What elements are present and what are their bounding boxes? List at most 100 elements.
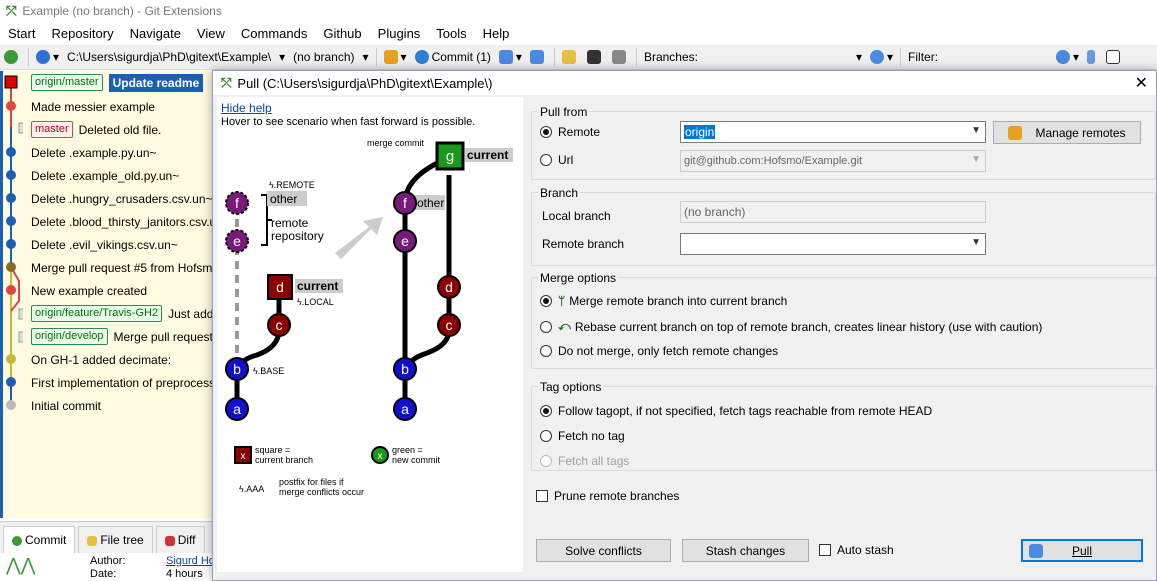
repository-menu-button[interactable]: ▾ — [32, 50, 63, 64]
local-branch-value: (no branch) — [684, 205, 746, 219]
remote-branch-select[interactable]: ▼ — [680, 233, 986, 255]
date-label: Date: — [90, 568, 117, 580]
follow-tagopt-radio[interactable]: Follow tagopt, if not specified, fetch t… — [540, 404, 932, 418]
author-link[interactable]: Sigurd Ho — [166, 555, 215, 567]
menu-commands[interactable]: Commands — [233, 26, 315, 41]
fetch-radio-label: Do not merge, only fetch remote changes — [558, 344, 779, 358]
push-toolbar-button[interactable] — [526, 50, 551, 64]
console-icon — [586, 50, 601, 64]
branches-dropdown-icon: ▾ — [855, 50, 863, 64]
url-radio-button[interactable] — [540, 154, 552, 166]
revision-row[interactable]: Delete .hungry_crusaders.csv.un~ — [25, 187, 213, 210]
revision-row[interactable]: Merge pull request #5 from Hofsmo/f — [25, 256, 226, 279]
url-select[interactable]: git@github.com:Hofsmo/Example.git ▼ — [680, 150, 986, 172]
fetch-no-tag-radio-button[interactable] — [540, 430, 552, 442]
revision-row[interactable]: master Deleted old file. — [25, 118, 161, 141]
layout-button[interactable] — [1102, 50, 1127, 64]
fetch-no-tag-radio[interactable]: Fetch no tag — [540, 429, 625, 443]
prune-checkbox[interactable]: Prune remote branches — [536, 489, 679, 503]
revision-row[interactable]: First implementation of preprocess_da — [25, 371, 235, 394]
pull-icon — [498, 50, 513, 64]
filter-options-button[interactable]: ▾ — [1052, 50, 1083, 64]
other-label-right: other — [417, 196, 444, 210]
merge-commit-label: merge commit — [367, 138, 425, 148]
date-value: 4 hours ago — [166, 568, 203, 581]
branch-group: Branch Local branch (no branch) Remote b… — [531, 186, 1156, 266]
menu-view[interactable]: View — [189, 26, 233, 41]
tab-diff[interactable]: Diff — [155, 526, 205, 553]
close-icon[interactable]: ✕ — [1135, 73, 1148, 93]
node-c: c — [276, 317, 283, 333]
url-radio[interactable]: Url — [540, 153, 573, 167]
settings-toolbar-button[interactable] — [608, 50, 633, 64]
stash-button[interactable]: ▾ — [380, 50, 411, 64]
legend-square-2: current branch — [255, 455, 313, 465]
branch-badge: origin/feature/Travis-GH2 — [31, 305, 163, 322]
revision-row[interactable]: On GH-1 added decimate: — [25, 348, 171, 371]
revision-row[interactable]: Made messier example — [25, 95, 155, 118]
revision-row[interactable]: origin/master Update readme — [25, 71, 204, 94]
commit-button-label: Commit (1) — [431, 50, 491, 64]
rebase-radio[interactable]: ⤺ Rebase current branch on top of remote … — [540, 319, 1042, 334]
revision-row[interactable]: New example created — [25, 279, 147, 302]
solve-conflicts-button[interactable]: Solve conflicts — [536, 539, 671, 562]
revision-row[interactable]: Delete .evil_vikings.csv.un~ — [25, 233, 178, 256]
merge-radio[interactable]: ᛘ Merge remote branch into current branch — [540, 294, 787, 308]
home-icon — [36, 50, 50, 64]
remote-select[interactable]: origin ▼ — [680, 121, 986, 143]
menu-repository[interactable]: Repository — [43, 26, 121, 41]
branch-selector[interactable]: (no branch) — [289, 50, 358, 64]
file-explorer-button[interactable] — [558, 50, 583, 64]
merge-radio-button[interactable] — [540, 295, 552, 307]
current-label-left: current — [297, 279, 338, 293]
revision-row[interactable]: Initial commit — [25, 394, 101, 417]
branches-options-button[interactable]: ▾ — [866, 50, 897, 64]
fetch-radio[interactable]: Do not merge, only fetch remote changes — [540, 344, 778, 358]
manage-remotes-label: Manage remotes — [1035, 125, 1126, 140]
settings-icon — [611, 50, 626, 64]
pull-button[interactable]: Pull — [1021, 539, 1143, 562]
git-extensions-icon: ⤱ — [221, 75, 232, 90]
console-button[interactable] — [583, 50, 608, 64]
menu-plugins[interactable]: Plugins — [370, 26, 429, 41]
follow-tagopt-label: Follow tagopt, if not specified, fetch t… — [558, 404, 933, 418]
tab-file-tree[interactable]: File tree — [78, 526, 153, 553]
rebase-radio-button[interactable] — [540, 320, 552, 333]
stash-icon — [383, 50, 398, 64]
revision-row[interactable]: Delete .example.py.un~ — [25, 141, 157, 164]
revision-message: Merge pull request # — [113, 329, 223, 344]
fetch-radio-button[interactable] — [540, 345, 552, 357]
follow-tagopt-radio-button[interactable] — [540, 405, 552, 417]
menu-start[interactable]: Start — [0, 26, 43, 41]
refresh-button[interactable] — [0, 50, 25, 64]
stash-changes-button[interactable]: Stash changes — [682, 539, 809, 562]
branch-dropdown-icon: ▾ — [362, 50, 369, 64]
revision-row[interactable]: origin/develop Merge pull request # — [25, 325, 223, 348]
remote-radio-button[interactable] — [540, 126, 552, 138]
fetch-all-tags-radio-button — [540, 455, 552, 467]
remote-radio[interactable]: Remote — [540, 125, 600, 139]
chevron-down-icon: ▼ — [971, 125, 981, 136]
revision-row[interactable]: Delete .blood_thirsty_janitors.csv.un — [25, 210, 223, 233]
revision-row[interactable]: Delete .example_old.py.un~ — [25, 164, 179, 187]
menu-navigate[interactable]: Navigate — [122, 26, 189, 41]
prune-checkbox-box[interactable] — [536, 490, 548, 502]
hide-help-link[interactable]: Hide help — [221, 101, 272, 115]
commit-button[interactable]: Commit (1) — [411, 50, 495, 64]
menu-tools[interactable]: Tools — [428, 26, 474, 41]
auto-stash-checkbox[interactable]: Auto stash — [819, 543, 894, 557]
menu-github[interactable]: Github — [315, 26, 369, 41]
manage-remotes-button[interactable]: Manage remotes — [993, 121, 1141, 144]
branches-label: Branches: — [643, 50, 698, 64]
pull-toolbar-button[interactable]: ▾ — [495, 50, 526, 64]
tab-commit[interactable]: Commit — [3, 526, 76, 553]
repository-path[interactable]: C:\Users\sigurdja\PhD\gitext\Example\ — [63, 50, 275, 64]
auto-stash-checkbox-box[interactable] — [819, 544, 831, 556]
menu-help[interactable]: Help — [475, 26, 518, 41]
revision-grid[interactable]: origin/master Update readme Made messier… — [0, 71, 235, 518]
revision-row[interactable]: origin/feature/Travis-GH2 Just add — [25, 302, 213, 325]
layout-icon — [1106, 50, 1121, 64]
commit-graph-toggle[interactable] — [1083, 50, 1102, 64]
rebase-radio-label: Rebase current branch on top of remote b… — [574, 319, 1043, 334]
node-b: b — [401, 361, 409, 377]
